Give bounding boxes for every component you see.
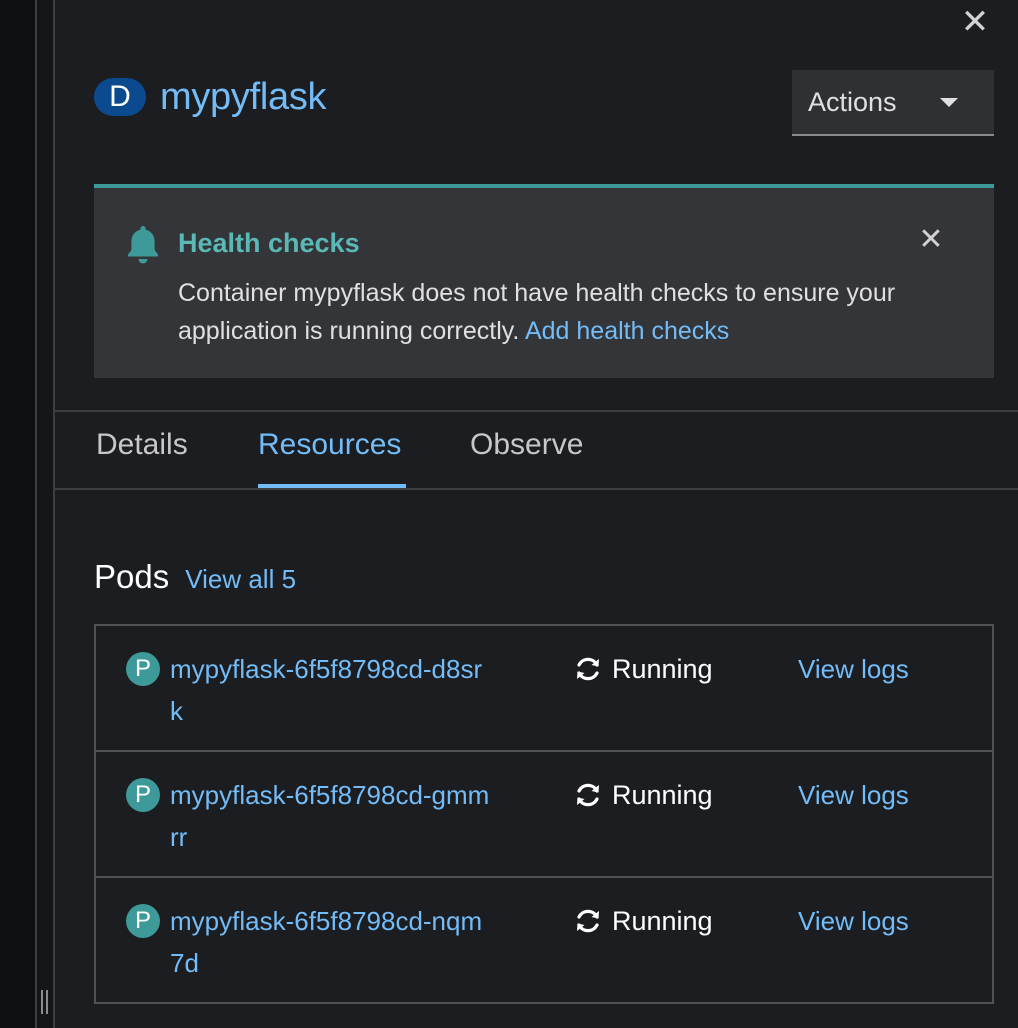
view-logs-link[interactable]: View logs (798, 648, 909, 690)
splitter-area (37, 0, 53, 1028)
deployment-badge: D (94, 78, 146, 116)
pod-status: Running (574, 774, 713, 816)
table-row: P mypyflask-6f5f8798cd-d8srk Running Vie… (96, 626, 992, 752)
table-row: P mypyflask-6f5f8798cd-gmmrr Running Vie… (96, 752, 992, 878)
alert-title: Health checks (178, 228, 360, 258)
pod-status-text: Running (612, 653, 713, 684)
tab-details[interactable]: Details (96, 428, 188, 486)
view-all-pods-link[interactable]: View all 5 (185, 564, 296, 595)
tabs-bottom-divider (55, 488, 1018, 490)
caret-down-icon (940, 97, 958, 107)
table-row: P mypyflask-6f5f8798cd-nqm7d Running Vie… (96, 878, 992, 1004)
pods-title: Pods (94, 558, 170, 595)
pods-header: Pods View all 5 (94, 558, 296, 596)
bell-icon (128, 226, 158, 264)
pod-name-link[interactable]: mypyflask-6f5f8798cd-gmmrr (170, 774, 490, 858)
add-health-checks-link[interactable]: Add health checks (525, 317, 729, 345)
close-icon[interactable]: ✕ (960, 5, 990, 39)
sync-icon (577, 657, 599, 681)
resource-name: mypyflask (160, 75, 327, 118)
pod-name-link[interactable]: mypyflask-6f5f8798cd-nqm7d (170, 900, 490, 984)
pod-badge: P (126, 904, 160, 938)
tab-observe[interactable]: Observe (470, 428, 583, 486)
tab-resources[interactable]: Resources (258, 428, 401, 486)
pod-status: Running (574, 648, 713, 690)
pod-badge: P (126, 778, 160, 812)
resize-handle[interactable] (40, 990, 48, 1014)
view-logs-link[interactable]: View logs (798, 774, 909, 816)
alert-close-icon[interactable]: ✕ (916, 224, 946, 256)
sync-icon (577, 909, 599, 933)
view-logs-link[interactable]: View logs (798, 900, 909, 942)
health-checks-alert: Health checks ✕ Container mypyflask does… (94, 184, 994, 378)
actions-label: Actions (808, 86, 897, 117)
left-sidebar-background (0, 0, 35, 1028)
resource-title: D mypyflask (94, 75, 327, 118)
pod-badge: P (126, 652, 160, 686)
pod-status-text: Running (612, 905, 713, 936)
tabs-divider (55, 410, 1018, 412)
pod-name-link[interactable]: mypyflask-6f5f8798cd-d8srk (170, 648, 490, 732)
sync-icon (577, 783, 599, 807)
pod-status: Running (574, 900, 713, 942)
actions-dropdown[interactable]: Actions (792, 70, 994, 136)
pods-table: P mypyflask-6f5f8798cd-d8srk Running Vie… (94, 624, 994, 1004)
pod-status-text: Running (612, 779, 713, 810)
side-panel: ✕ D mypyflask Actions Health checks ✕ Co… (55, 0, 1018, 1028)
alert-body: Container mypyflask does not have health… (178, 274, 968, 350)
